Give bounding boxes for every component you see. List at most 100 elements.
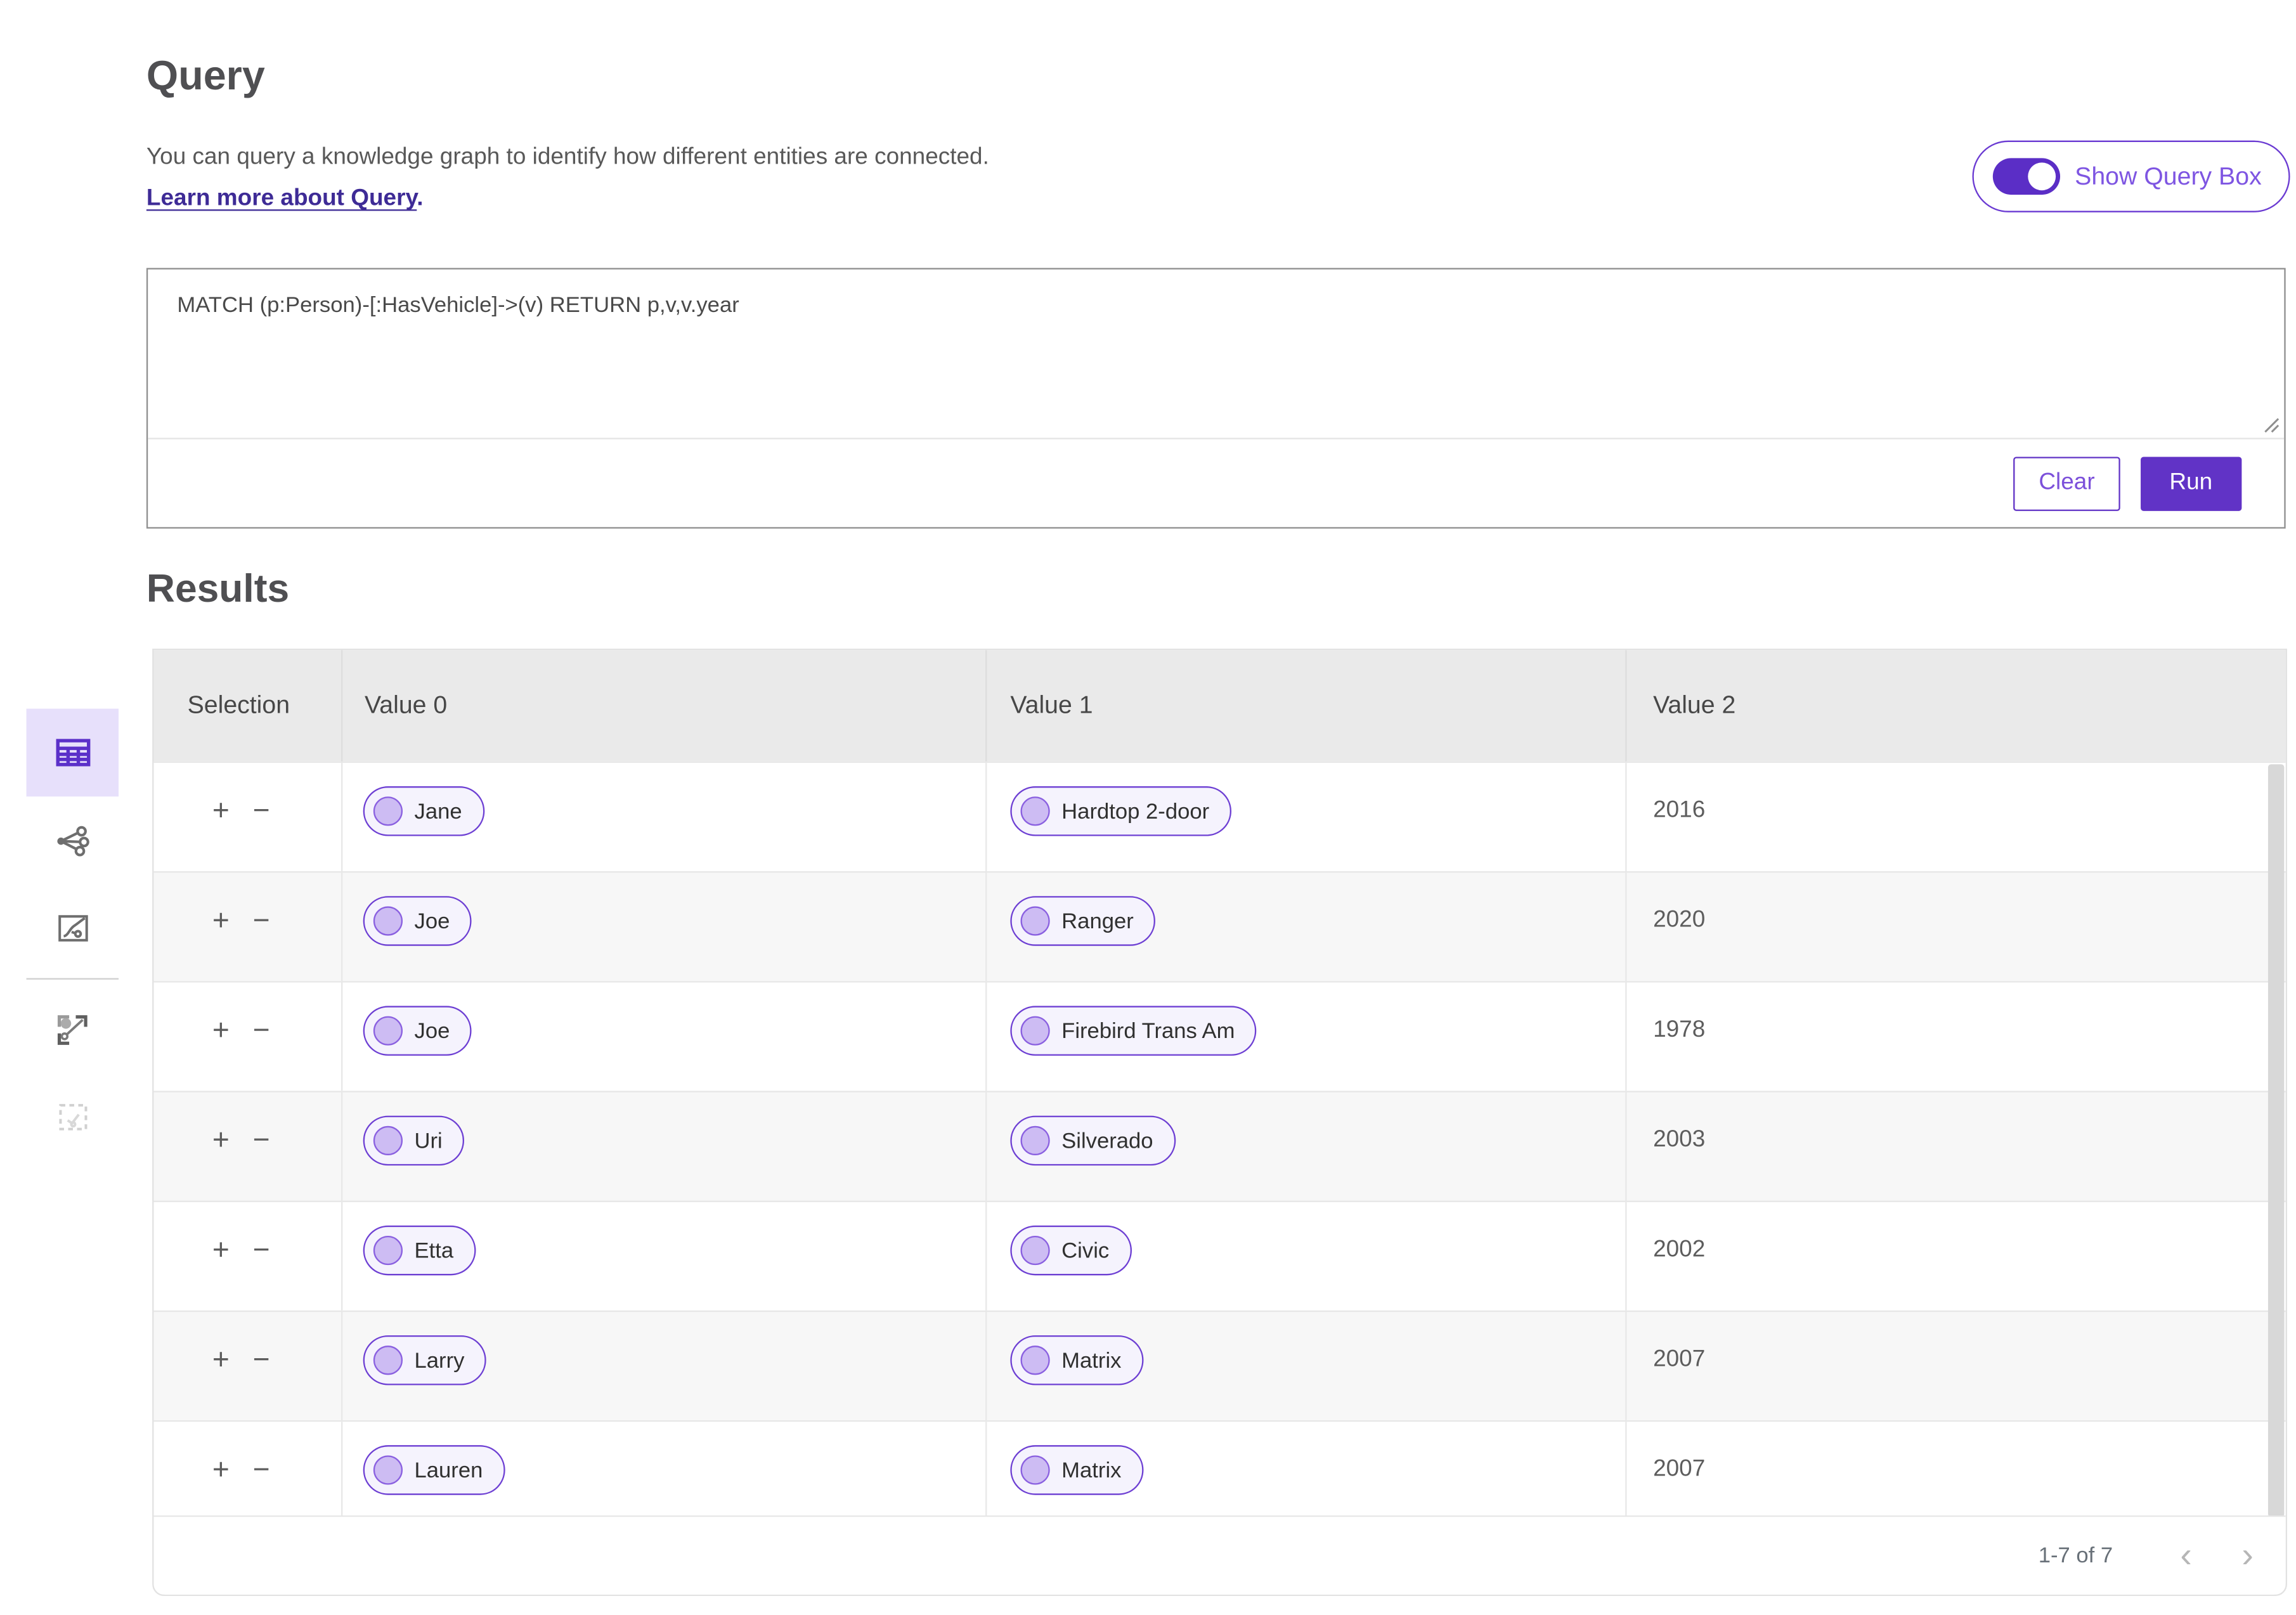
entity-pill[interactable]: Larry (363, 1335, 487, 1385)
table-row: + − Joe Firebird Trans Am 1978 (153, 981, 2286, 1091)
add-to-selection-button[interactable]: + (212, 786, 230, 836)
remove-from-selection-button[interactable]: − (253, 1445, 270, 1495)
sidebar-item-table-view[interactable] (26, 708, 119, 797)
query-input[interactable]: MATCH (p:Person)-[:HasVehicle]->(v) RETU… (148, 269, 2285, 439)
value0-cell: Joe (341, 872, 985, 982)
entity-label: Lauren (414, 1457, 483, 1483)
learn-more-link[interactable]: Learn more about Query (146, 186, 417, 211)
table-row: + − Etta Civic 2002 (153, 1200, 2286, 1311)
results-view-sidebar (26, 708, 119, 1162)
remove-from-selection-button[interactable]: − (253, 1116, 270, 1166)
node-circle-icon (373, 906, 403, 936)
table-icon (52, 732, 93, 774)
value0-cell: Etta (341, 1202, 985, 1311)
node-circle-icon (1020, 1125, 1050, 1155)
value0-cell: Jane (341, 763, 985, 871)
show-query-box-toggle[interactable]: Show Query Box (1972, 140, 2290, 212)
remove-from-selection-button[interactable]: − (253, 1006, 270, 1056)
table-header: Selection Value 0 Value 1 Value 2 (153, 650, 2286, 762)
entity-pill[interactable]: Hardtop 2-door (1010, 786, 1231, 836)
entity-pill[interactable]: Matrix (1010, 1335, 1144, 1385)
table-scrollbar (2267, 650, 2286, 1520)
node-circle-icon (373, 796, 403, 826)
remove-from-selection-button[interactable]: − (253, 1335, 270, 1385)
value0-cell: Uri (341, 1092, 985, 1201)
query-page: Query You can query a knowledge graph to… (0, 0, 2296, 1615)
add-to-selection-button[interactable]: + (212, 1116, 230, 1166)
entity-pill[interactable]: Ranger (1010, 896, 1156, 946)
entity-pill[interactable]: Firebird Trans Am (1010, 1006, 1257, 1056)
remove-from-selection-button[interactable]: − (253, 1226, 270, 1276)
value2-cell: 2020 (1625, 872, 2285, 982)
sidebar-item-graph-view[interactable] (27, 796, 119, 885)
selection-cell: + − (153, 763, 341, 871)
chevron-left-icon[interactable]: ‹ (2180, 1538, 2191, 1573)
entity-label: Etta (414, 1238, 454, 1263)
node-circle-icon (373, 1455, 403, 1485)
entity-pill[interactable]: Uri (363, 1115, 465, 1166)
node-circle-icon (373, 1235, 403, 1266)
value2-cell: 2016 (1625, 763, 2285, 871)
header-cell-selection: Selection (187, 691, 290, 719)
value1-cell: Firebird Trans Am (985, 982, 1625, 1091)
entity-pill[interactable]: Etta (363, 1225, 476, 1276)
sidebar-divider (26, 978, 119, 980)
entity-label: Hardtop 2-door (1061, 798, 1210, 824)
selection-cell: + − (153, 982, 341, 1091)
sidebar-item-send-to-graph[interactable] (27, 985, 119, 1073)
entity-label: Uri (414, 1128, 443, 1153)
page-description: You can query a knowledge graph to ident… (146, 145, 989, 170)
node-circle-icon (1020, 1455, 1050, 1485)
entity-label: Larry (414, 1347, 465, 1373)
resize-grip-icon[interactable] (2260, 415, 2280, 434)
entity-pill[interactable]: Silverado (1010, 1115, 1176, 1166)
add-to-selection-button[interactable]: + (212, 896, 230, 946)
value1-cell: Hardtop 2-door (985, 763, 1625, 871)
entity-label: Civic (1061, 1238, 1110, 1263)
node-circle-icon (373, 1125, 403, 1155)
remove-from-selection-button[interactable]: − (253, 786, 270, 836)
node-circle-icon (1020, 906, 1050, 936)
entity-pill[interactable]: Joe (363, 1006, 472, 1056)
sidebar-item-selection-view[interactable] (27, 1073, 119, 1162)
entity-pill[interactable]: Jane (363, 786, 484, 836)
value1-cell: Matrix (985, 1312, 1625, 1420)
scrollbar-thumb[interactable] (2267, 764, 2285, 1517)
table-body: + − Jane Hardtop 2-door 2016 + − Joe Ran… (153, 761, 2286, 1531)
value0-cell: Larry (341, 1312, 985, 1420)
add-to-selection-button[interactable]: + (212, 1226, 230, 1276)
add-to-selection-button[interactable]: + (212, 1335, 230, 1385)
results-table: Selection Value 0 Value 1 Value 2 + − Ja… (152, 648, 2287, 1597)
learn-more-suffix: . (417, 186, 424, 211)
add-to-selection-button[interactable]: + (212, 1445, 230, 1495)
results-title: Results (146, 566, 290, 611)
dashed-box-icon (53, 1098, 91, 1136)
entity-pill[interactable]: Lauren (363, 1445, 505, 1495)
clear-button[interactable]: Clear (2014, 456, 2120, 510)
learn-more-wrap: Learn more about Query. (146, 186, 424, 212)
value2-cell: 1978 (1625, 982, 2285, 1091)
value0-cell: Lauren (341, 1422, 985, 1531)
query-actions: Clear Run (148, 439, 2284, 528)
sidebar-item-chart-view[interactable] (27, 885, 119, 973)
entity-pill[interactable]: Civic (1010, 1225, 1131, 1276)
toggle-label: Show Query Box (2075, 162, 2262, 190)
query-box: MATCH (p:Person)-[:HasVehicle]->(v) RETU… (146, 268, 2286, 529)
entity-pill[interactable]: Matrix (1010, 1445, 1144, 1495)
value1-cell: Civic (985, 1202, 1625, 1311)
run-button[interactable]: Run (2140, 456, 2242, 510)
selection-cell: + − (153, 1312, 341, 1420)
entity-label: Firebird Trans Am (1061, 1018, 1235, 1044)
add-to-selection-button[interactable]: + (212, 1006, 230, 1056)
table-row: + − Jane Hardtop 2-door 2016 (153, 761, 2286, 871)
entity-pill[interactable]: Joe (363, 896, 472, 946)
remove-from-selection-button[interactable]: − (253, 896, 270, 946)
entity-label: Jane (414, 798, 462, 824)
value2-cell: 2007 (1625, 1422, 2285, 1531)
table-footer: 1-7 of 7 ‹ › (153, 1515, 2286, 1595)
selection-cell: + − (153, 1093, 341, 1201)
value2-cell: 2002 (1625, 1202, 2285, 1311)
chevron-right-icon[interactable]: › (2241, 1538, 2253, 1573)
selection-cell: + − (153, 872, 341, 981)
value2-cell: 2003 (1625, 1092, 2285, 1201)
